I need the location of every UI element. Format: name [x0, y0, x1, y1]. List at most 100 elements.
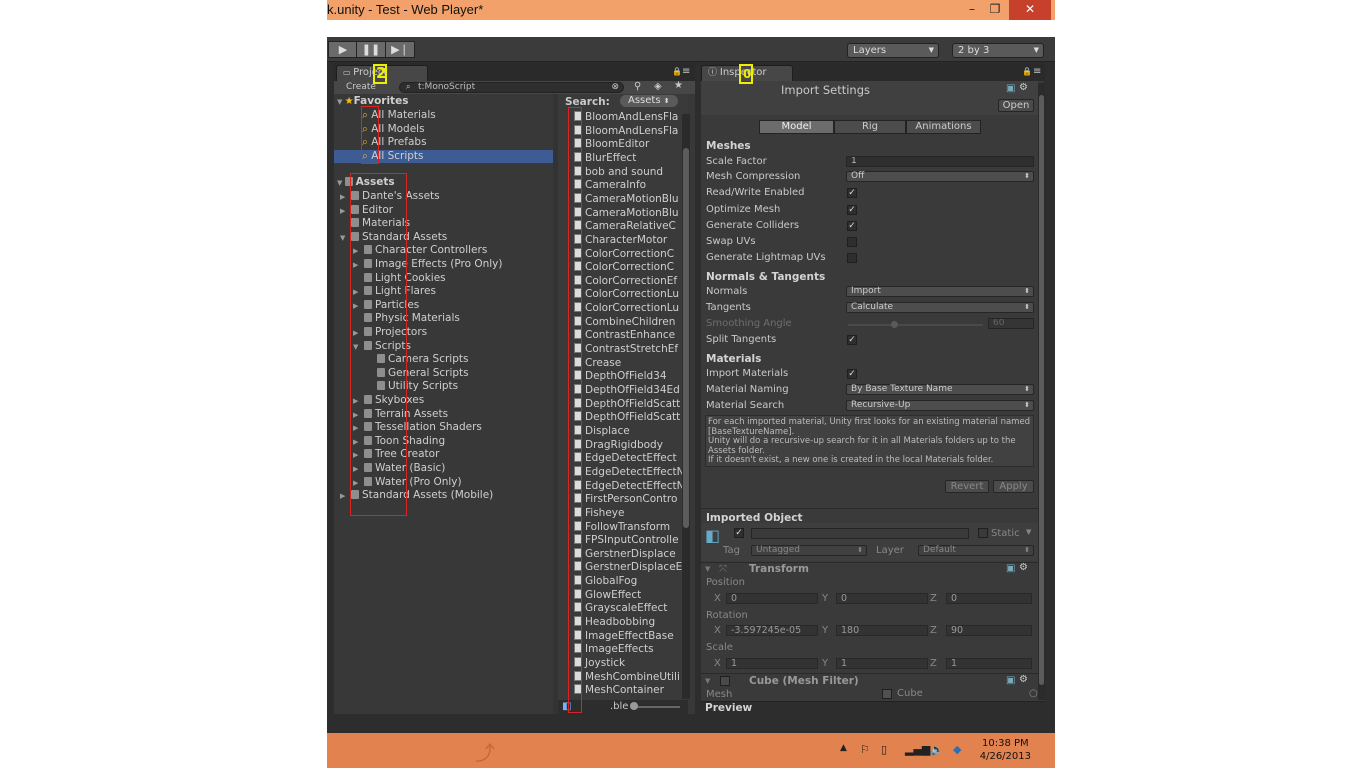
script-item[interactable]: BloomAndLensFla	[574, 124, 682, 139]
help-book-icon[interactable]: ▣	[1006, 563, 1015, 574]
zoom-slider-handle[interactable]	[630, 702, 638, 710]
preview-bar[interactable]: Preview	[701, 701, 1044, 714]
script-item[interactable]: EdgeDetectEffectN	[574, 479, 682, 494]
apply-button[interactable]: Apply	[993, 480, 1034, 493]
normals-select[interactable]: Import ⬍	[846, 286, 1034, 297]
gear-icon[interactable]: ⚙	[1019, 82, 1028, 93]
script-item[interactable]: BloomAndLensFla	[574, 111, 682, 125]
script-item[interactable]: GerstnerDisplaceE	[574, 561, 682, 575]
tree-folder-item[interactable]: ▶ Tree Creator	[353, 448, 439, 462]
tree-folder-item[interactable]: ▶ Image Effects (Pro Only)	[353, 258, 503, 272]
script-item[interactable]: GerstnerDisplace	[574, 547, 682, 562]
expand-arrow-icon[interactable]: ▶	[340, 205, 345, 218]
tree-folder-item[interactable]: ▶ Skyboxes	[353, 394, 424, 408]
script-item[interactable]: FollowTransform	[574, 520, 682, 535]
expand-arrow-icon[interactable]: ▶	[353, 449, 358, 462]
script-item[interactable]: MeshContainer	[574, 684, 682, 698]
expand-arrow-icon[interactable]: ▶	[353, 422, 358, 435]
gear-icon[interactable]: ⚙	[1019, 562, 1028, 573]
tree-folder-item[interactable]: ▶ Particles	[353, 299, 419, 313]
script-item[interactable]: ContrastStretchEf	[574, 343, 682, 357]
script-item[interactable]: CharacterMotor	[574, 233, 682, 248]
active-checkbox[interactable]: ✓	[734, 528, 744, 538]
tag-select[interactable]: Untagged ⬍	[751, 545, 867, 556]
script-item[interactable]: DepthOfField34Ed	[574, 384, 682, 398]
script-item[interactable]: CameraMotionBlu	[574, 206, 682, 221]
pause-button[interactable]: ❚❚	[356, 41, 386, 58]
scl-z-input[interactable]: 1	[946, 658, 1032, 669]
script-item[interactable]: ImageEffectBase	[574, 629, 682, 644]
script-item[interactable]: CameraMotionBlu	[574, 192, 682, 207]
expand-arrow-icon[interactable]: ▼	[705, 565, 710, 573]
tangents-select[interactable]: Calculate ⬍	[846, 302, 1034, 313]
material-search-select[interactable]: Recursive-Up ⬍	[846, 400, 1034, 411]
expand-arrow-icon[interactable]: ▶	[353, 409, 358, 422]
expand-arrow-icon[interactable]: ▶	[353, 477, 358, 490]
favorite-item[interactable]: ⌕ All Prefabs	[334, 136, 553, 150]
object-name-input[interactable]	[751, 528, 969, 539]
help-book-icon[interactable]: ▣	[1006, 675, 1015, 686]
tree-folder-item[interactable]: ▶ Tessellation Shaders	[353, 421, 482, 435]
scope-assets-pill[interactable]: Assets ⬍	[620, 95, 678, 107]
tree-folder-item[interactable]: ▶ Editor	[340, 204, 393, 218]
expand-arrow-icon[interactable]: ▶	[353, 436, 358, 449]
script-item[interactable]: ColorCorrectionC	[574, 247, 682, 262]
favorite-item[interactable]: ⌕ All Materials	[334, 109, 553, 123]
expand-arrow-icon[interactable]: ▶	[353, 300, 358, 313]
title-bar[interactable]: k.unity - Test - Web Player* – ❐ ✕	[327, 0, 1055, 20]
collapse-arrow-icon[interactable]: ▼	[340, 232, 345, 245]
asset-list-scrollbar[interactable]	[682, 114, 690, 699]
script-item[interactable]: DepthOfFieldScatt	[574, 411, 682, 425]
script-item[interactable]: Displace	[574, 424, 682, 439]
pos-y-input[interactable]: 0	[836, 593, 928, 604]
layer-select[interactable]: Default ⬍	[918, 545, 1034, 556]
favorite-item[interactable]: ⌕ All Scripts	[334, 149, 553, 164]
network-icon[interactable]: ▂▄▆	[905, 743, 930, 756]
script-item[interactable]: CameraInfo	[574, 179, 682, 193]
tree-folder-item[interactable]: ▶ Light Flares	[353, 285, 436, 299]
expand-arrow-icon[interactable]: ▶	[353, 463, 358, 476]
tree-folder-item[interactable]: ▶ Water (Pro Only)	[353, 476, 462, 490]
rot-x-input[interactable]: -3.597245e-05	[726, 625, 818, 636]
tree-folder-item[interactable]: ▶ Standard Assets (Mobile)	[340, 489, 493, 503]
script-item[interactable]: CombineChildren	[574, 315, 682, 330]
layout-dropdown[interactable]: 2 by 3 ▼	[952, 43, 1044, 58]
inspector-scrollbar[interactable]	[1038, 83, 1045, 700]
collapse-arrow-icon[interactable]: ▼	[353, 341, 358, 354]
lock-icon[interactable]: 🔒	[1022, 67, 1032, 76]
import-materials-checkbox[interactable]: ✓	[847, 369, 857, 379]
tree-folder-item[interactable]: Camera Scripts	[377, 353, 468, 367]
script-item[interactable]: DragRigidbody	[574, 438, 682, 453]
script-item[interactable]: Headbobbing	[574, 616, 682, 630]
tree-folder-item[interactable]: General Scripts	[377, 367, 469, 381]
zoom-slider[interactable]	[630, 702, 680, 710]
tree-folder-item[interactable]: ▶ Water (Basic)	[353, 462, 445, 476]
generate-colliders-checkbox[interactable]: ✓	[847, 221, 857, 231]
expand-arrow-icon[interactable]: ▶	[353, 286, 358, 299]
tree-folder-item[interactable]: Light Cookies	[364, 272, 446, 286]
expand-arrow-icon[interactable]: ▼	[705, 677, 710, 685]
filter-label-icon[interactable]: ◈	[654, 81, 662, 92]
script-item[interactable]: Crease	[574, 356, 682, 371]
script-item[interactable]: DepthOfFieldScatt	[574, 397, 682, 412]
expand-arrow-icon[interactable]: ▶	[340, 191, 345, 204]
expand-arrow-icon[interactable]: ▶	[353, 395, 358, 408]
tree-folder-item[interactable]: ▶ Terrain Assets	[353, 408, 448, 422]
object-picker-icon[interactable]: ○	[1029, 688, 1038, 699]
slider-handle[interactable]	[891, 321, 898, 328]
layers-dropdown[interactable]: Layers ▼	[847, 43, 939, 58]
menu-icon[interactable]: ≡	[682, 66, 690, 77]
expand-arrow-icon[interactable]: ▶	[340, 490, 345, 503]
mesh-compression-select[interactable]: Off ⬍	[846, 171, 1034, 182]
expand-arrow-icon[interactable]: ▶	[353, 245, 358, 258]
tree-folder-item[interactable]: ▶ Toon Shading	[353, 435, 445, 449]
script-item[interactable]: EdgeDetectEffect	[574, 452, 682, 466]
open-button[interactable]: Open	[998, 99, 1034, 112]
script-item[interactable]: DepthOfField34	[574, 370, 682, 384]
filter-type-icon[interactable]: ⚲	[634, 81, 641, 92]
favorite-star-icon[interactable]: ★	[674, 80, 683, 91]
scrollbar-thumb[interactable]	[1039, 95, 1044, 685]
tree-folder-item[interactable]: ▼ Scripts	[353, 340, 411, 354]
favorites-header[interactable]: ▼ ★Favorites	[337, 95, 408, 109]
expand-arrow-icon[interactable]: ▶	[353, 259, 358, 272]
